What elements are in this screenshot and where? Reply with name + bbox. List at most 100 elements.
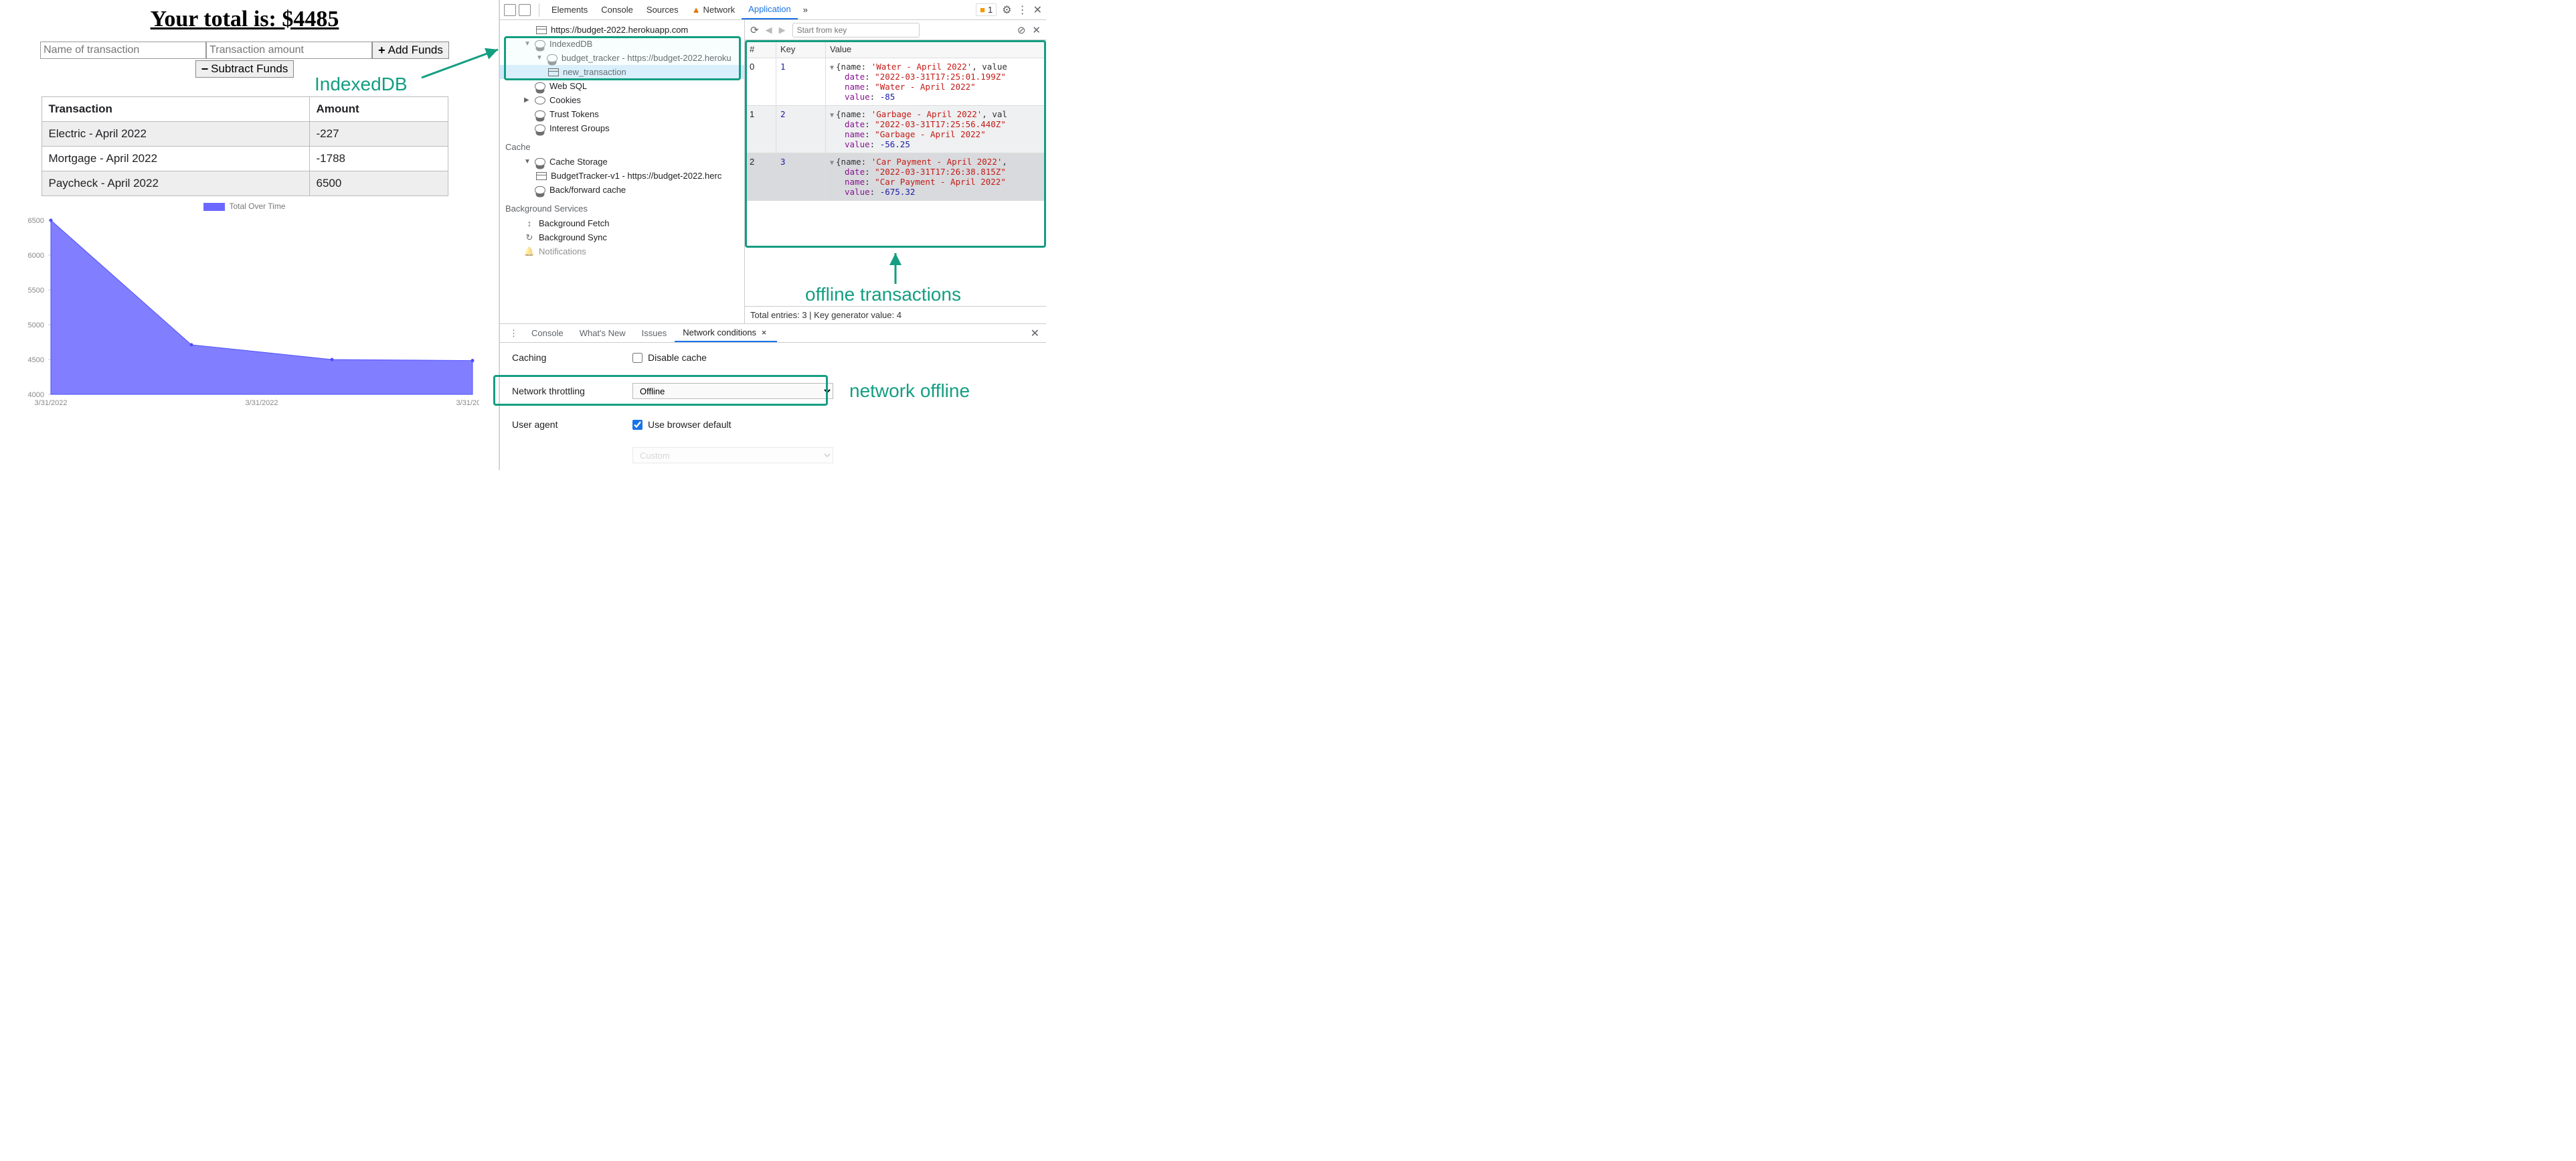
- tx-name: Paycheck - April 2022: [41, 171, 309, 196]
- subtract-funds-button[interactable]: −Subtract Funds: [195, 60, 294, 78]
- database-icon: [547, 54, 557, 62]
- table-row: Paycheck - April 2022 6500: [41, 171, 448, 196]
- drawer-tab-whatsnew[interactable]: What's New: [572, 325, 634, 341]
- tab-application[interactable]: Application: [742, 0, 798, 19]
- drawer-tab-nc[interactable]: Network conditions ×: [675, 324, 777, 342]
- th-value[interactable]: Value: [826, 41, 1046, 58]
- transactions-table: Transaction Amount Electric - April 2022…: [41, 96, 448, 196]
- table-icon: [548, 68, 559, 76]
- refresh-icon[interactable]: ⟳: [750, 24, 759, 36]
- transaction-amount-input[interactable]: [206, 42, 372, 59]
- disable-cache-checkbox[interactable]: [632, 353, 642, 363]
- tree-item-bg-fetch[interactable]: Background Fetch: [539, 218, 610, 228]
- storage-tree[interactable]: https://budget-2022.herokuapp.com ▼Index…: [500, 20, 745, 323]
- add-funds-button[interactable]: +Add Funds: [372, 42, 449, 59]
- close-icon[interactable]: ✕: [1028, 327, 1042, 340]
- use-default-ua-label: Use browser default: [648, 419, 732, 430]
- table-row: Mortgage - April 2022 -1788: [41, 147, 448, 171]
- svg-text:6500: 6500: [27, 217, 44, 225]
- database-icon: [535, 82, 545, 90]
- custom-ua-select: Custom: [632, 447, 833, 463]
- chart-svg: 400045005000550060006500 3/31/20223/31/2…: [11, 214, 479, 414]
- drawer-tab-issues[interactable]: Issues: [634, 325, 675, 341]
- plus-icon: +: [378, 44, 385, 58]
- label-user-agent: User agent: [512, 419, 632, 430]
- kebab-icon[interactable]: ⋮: [504, 328, 523, 339]
- minus-icon: −: [201, 62, 209, 76]
- sync-icon: [524, 234, 535, 242]
- svg-text:4000: 4000: [27, 391, 44, 399]
- issues-badge[interactable]: ■1: [976, 3, 997, 16]
- indexeddb-table: # Key Value 0 1 ▼{name: 'Water - April 2…: [745, 40, 1046, 201]
- database-icon: [535, 186, 545, 194]
- svg-text:6000: 6000: [27, 252, 44, 260]
- annotation-network-offline: network offline: [849, 380, 970, 402]
- fetch-icon: [524, 220, 535, 228]
- kebab-icon[interactable]: ⋮: [1017, 3, 1028, 17]
- tab-sources[interactable]: Sources: [640, 1, 685, 19]
- tree-section-cache: Cache: [500, 135, 744, 155]
- database-icon: [535, 110, 545, 119]
- legend-swatch: [203, 203, 225, 211]
- table-row[interactable]: 1 2 ▼{name: 'Garbage - April 2022', val …: [746, 106, 1046, 153]
- tree-item-trust-tokens[interactable]: Trust Tokens: [549, 109, 599, 119]
- th-transaction: Transaction: [41, 97, 309, 122]
- subtract-funds-label: Subtract Funds: [211, 62, 288, 76]
- tree-item-notifications[interactable]: Notifications: [539, 246, 586, 256]
- tree-item-cookies[interactable]: Cookies: [549, 95, 581, 105]
- tx-name: Mortgage - April 2022: [41, 147, 309, 171]
- svg-text:4500: 4500: [27, 356, 44, 364]
- throttling-select[interactable]: Offline: [632, 383, 833, 399]
- tab-elements[interactable]: Elements: [545, 1, 594, 19]
- tx-name: Electric - April 2022: [41, 122, 309, 147]
- label-throttling: Network throttling: [512, 386, 632, 396]
- tree-item-interest-groups[interactable]: Interest Groups: [549, 123, 610, 133]
- tx-amount: -227: [309, 122, 448, 147]
- tree-item-herokuapp[interactable]: https://budget-2022.herokuapp.com: [551, 25, 688, 35]
- svg-text:5000: 5000: [27, 321, 44, 329]
- svg-text:3/31/2022: 3/31/2022: [456, 399, 479, 407]
- tree-item-budget-tracker[interactable]: budget_tracker - https://budget-2022.her…: [562, 53, 732, 63]
- table-row[interactable]: 2 3 ▼{name: 'Car Payment - April 2022', …: [746, 153, 1046, 201]
- tree-item-bg-sync[interactable]: Background Sync: [539, 232, 607, 242]
- inspect-icon[interactable]: [504, 4, 516, 16]
- tree-item-new-transaction[interactable]: new_transaction: [563, 67, 626, 77]
- svg-text:3/31/2022: 3/31/2022: [245, 399, 278, 407]
- gear-icon[interactable]: ⚙: [1002, 3, 1011, 17]
- tree-section-bg: Background Services: [500, 197, 744, 216]
- clear-icon[interactable]: ⊘: [1017, 24, 1026, 36]
- tree-item-websql[interactable]: Web SQL: [549, 81, 587, 91]
- svg-text:3/31/2022: 3/31/2022: [34, 399, 67, 407]
- tab-network[interactable]: ▲Network: [685, 1, 742, 19]
- table-row: Electric - April 2022 -227: [41, 122, 448, 147]
- database-icon: [535, 158, 545, 166]
- tx-amount: -1788: [309, 147, 448, 171]
- tree-item-indexeddb[interactable]: IndexedDB: [549, 39, 592, 49]
- warning-icon: ▲: [692, 5, 701, 15]
- delete-icon[interactable]: ✕: [1032, 24, 1041, 36]
- drawer-tab-console[interactable]: Console: [523, 325, 572, 341]
- transaction-name-input[interactable]: [40, 42, 206, 59]
- status-line: Total entries: 3 | Key generator value: …: [745, 306, 1046, 323]
- tree-item-bf-cache[interactable]: Back/forward cache: [549, 185, 626, 195]
- chart-total-over-time: Total Over Time 400045005000550060006500…: [11, 199, 479, 427]
- tree-item-cache-entry[interactable]: BudgetTracker-v1 - https://budget-2022.h…: [551, 171, 721, 181]
- th-key[interactable]: Key: [776, 41, 826, 58]
- database-icon: [535, 125, 545, 133]
- close-icon[interactable]: ✕: [1033, 3, 1042, 17]
- table-icon: [536, 26, 547, 34]
- disable-cache-label: Disable cache: [648, 352, 707, 363]
- use-default-ua-checkbox[interactable]: [632, 420, 642, 430]
- table-row[interactable]: 0 1 ▼{name: 'Water - April 2022', value …: [746, 58, 1046, 106]
- table-icon: [536, 172, 547, 180]
- bell-icon: 🔔: [524, 248, 535, 256]
- tree-item-cache-storage[interactable]: Cache Storage: [549, 157, 608, 167]
- close-icon[interactable]: ×: [759, 327, 770, 337]
- th-idx[interactable]: #: [746, 41, 776, 58]
- tabs-overflow-icon[interactable]: »: [798, 5, 813, 15]
- device-toggle-icon[interactable]: [519, 4, 531, 16]
- add-funds-label: Add Funds: [388, 44, 443, 57]
- label-caching: Caching: [512, 352, 632, 363]
- start-from-key-input[interactable]: [792, 23, 920, 37]
- tab-console[interactable]: Console: [594, 1, 640, 19]
